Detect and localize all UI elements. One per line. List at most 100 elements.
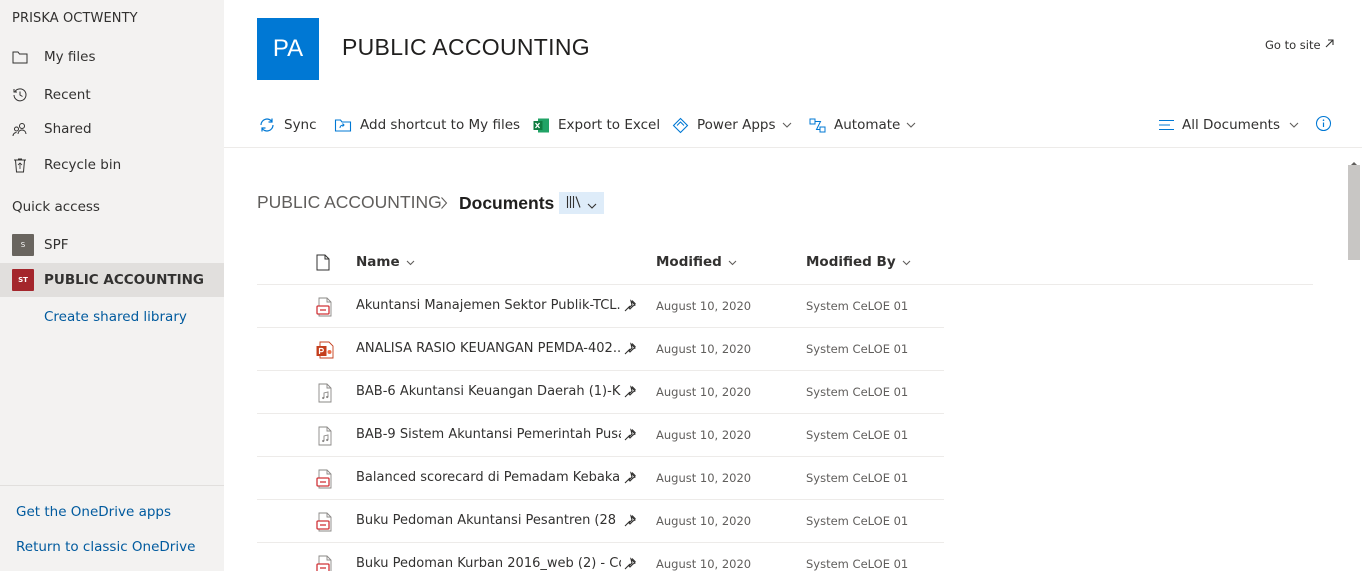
command-bar-divider [224, 147, 1362, 148]
file-name[interactable]: Balanced scorecard di Pemadam Kebakar... [356, 470, 621, 485]
library-icon [566, 194, 582, 213]
pdf-file-icon [316, 469, 334, 489]
file-row[interactable]: Balanced scorecard di Pemadam Kebakar...… [257, 457, 944, 500]
file-row[interactable]: Akuntansi Manajemen Sektor Publik-TCL...… [257, 285, 944, 328]
file-modified: August 10, 2020 [656, 557, 752, 571]
file-name[interactable]: ANALISA RASIO KEUANGAN PEMDA-402... [356, 341, 621, 356]
add-shortcut-button[interactable]: Add shortcut to My files [334, 113, 520, 137]
quick-access-label: SPF [44, 237, 69, 253]
export-excel-button[interactable]: Export to Excel [532, 113, 660, 137]
sync-button[interactable]: Sync [258, 113, 317, 137]
go-to-site-link[interactable]: Go to site [1265, 38, 1335, 52]
quick-access-heading: Quick access [12, 199, 100, 215]
nav-label: Shared [44, 121, 92, 137]
name-column-header[interactable]: Name [356, 254, 415, 270]
go-to-site-label: Go to site [1265, 38, 1321, 52]
shared-icon [623, 427, 637, 441]
site-title: PUBLIC ACCOUNTING [342, 34, 590, 60]
file-type-column-header[interactable] [316, 254, 330, 275]
pdf-file-icon [316, 555, 334, 571]
file-row[interactable]: BAB-6 Akuntansi Keuangan Daerah (1)-K...… [257, 371, 944, 414]
modified-by-column-header[interactable]: Modified By [806, 254, 911, 270]
file-name[interactable]: BAB-6 Akuntansi Keuangan Daerah (1)-K... [356, 384, 621, 399]
audio-file-icon [316, 426, 334, 446]
chevron-down-icon [728, 254, 737, 270]
shared-icon [623, 470, 637, 484]
file-row[interactable]: Buku Pedoman Akuntansi Pesantren (28 ...… [257, 500, 944, 543]
nav-my-files[interactable]: My files [0, 40, 224, 74]
sync-label: Sync [284, 117, 317, 133]
file-modified: August 10, 2020 [656, 299, 752, 313]
file-modified: August 10, 2020 [656, 514, 752, 528]
site-badge: ST [12, 269, 34, 291]
nav-recycle-bin[interactable]: Recycle bin [0, 148, 224, 182]
chevron-down-icon [906, 122, 916, 128]
info-button[interactable] [1315, 113, 1332, 137]
nav-label: Recent [44, 87, 91, 103]
site-logo[interactable]: PA [257, 18, 319, 80]
file-name[interactable]: Buku Pedoman Akuntansi Pesantren (28 ... [356, 513, 621, 528]
file-modified: August 10, 2020 [656, 385, 752, 399]
file-name[interactable]: Akuntansi Manajemen Sektor Publik-TCL... [356, 298, 621, 313]
modified-column-header[interactable]: Modified [656, 254, 737, 270]
file-name[interactable]: Buku Pedoman Kurban 2016_web (2) - Co... [356, 556, 621, 571]
file-modified-by: System CeLOE 01 [806, 471, 909, 485]
file-modified: August 10, 2020 [656, 428, 752, 442]
file-modified-by: System CeLOE 01 [806, 557, 909, 571]
recycle-bin-icon [12, 157, 28, 173]
shared-icon [623, 513, 637, 527]
breadcrumb-root[interactable]: PUBLIC ACCOUNTING [257, 192, 442, 213]
get-onedrive-apps-link[interactable]: Get the OneDrive apps [16, 504, 171, 520]
file-row[interactable]: BAB-9 Sistem Akuntansi Pemerintah Pusa..… [257, 414, 944, 457]
view-selector[interactable]: All Documents [1157, 113, 1299, 137]
chevron-down-icon [1289, 122, 1299, 128]
nav-label: Recycle bin [44, 157, 122, 173]
chevron-down-icon [782, 122, 792, 128]
shared-icon [623, 384, 637, 398]
chevron-right-icon [440, 195, 448, 214]
flow-icon [808, 116, 826, 134]
scrollbar-thumb[interactable] [1348, 165, 1360, 260]
quick-access-label: PUBLIC ACCOUNTING [44, 272, 204, 288]
folder-icon [12, 49, 28, 65]
pdf-file-icon [316, 297, 334, 317]
shared-icon [623, 556, 637, 570]
quick-access-spf[interactable]: S SPF [0, 228, 224, 262]
quick-access-public-accounting[interactable]: ST PUBLIC ACCOUNTING [0, 263, 224, 297]
column-label: Name [356, 254, 400, 270]
audio-file-icon [316, 383, 334, 403]
history-icon [12, 87, 28, 103]
file-modified-by: System CeLOE 01 [806, 428, 909, 442]
file-modified: August 10, 2020 [656, 342, 752, 356]
file-modified-by: System CeLOE 01 [806, 299, 909, 313]
column-label: Modified By [806, 254, 896, 270]
breadcrumb-current: Documents [459, 193, 555, 213]
chevron-down-icon [587, 194, 597, 213]
sidebar-divider [0, 485, 224, 486]
nav-shared[interactable]: Shared [0, 112, 224, 146]
file-row[interactable]: Buku Pedoman Kurban 2016_web (2) - Co...… [257, 543, 944, 571]
scroll-down-arrow-icon[interactable] [1349, 562, 1359, 571]
document-icon [316, 254, 330, 275]
sync-icon [258, 116, 276, 134]
file-modified: August 10, 2020 [656, 471, 752, 485]
file-modified-by: System CeLOE 01 [806, 514, 909, 528]
nav-recent[interactable]: Recent [0, 78, 224, 112]
site-badge: S [12, 234, 34, 256]
return-classic-link[interactable]: Return to classic OneDrive [16, 539, 195, 555]
file-name[interactable]: BAB-9 Sistem Akuntansi Pemerintah Pusa..… [356, 427, 621, 442]
export-excel-label: Export to Excel [558, 117, 661, 133]
add-shortcut-label: Add shortcut to My files [360, 117, 521, 133]
nav-label: My files [44, 49, 96, 65]
list-view-icon [1157, 116, 1175, 134]
people-icon [12, 121, 28, 137]
library-view-button[interactable] [559, 192, 604, 214]
create-shared-library-link[interactable]: Create shared library [44, 309, 187, 325]
chevron-down-icon [902, 254, 911, 270]
excel-icon [532, 116, 550, 134]
automate-button[interactable]: Automate [808, 113, 916, 137]
power-apps-button[interactable]: Power Apps [671, 113, 792, 137]
pdf-file-icon [316, 512, 334, 532]
file-modified-by: System CeLOE 01 [806, 385, 909, 399]
file-row[interactable]: ANALISA RASIO KEUANGAN PEMDA-402... Augus… [257, 328, 944, 371]
